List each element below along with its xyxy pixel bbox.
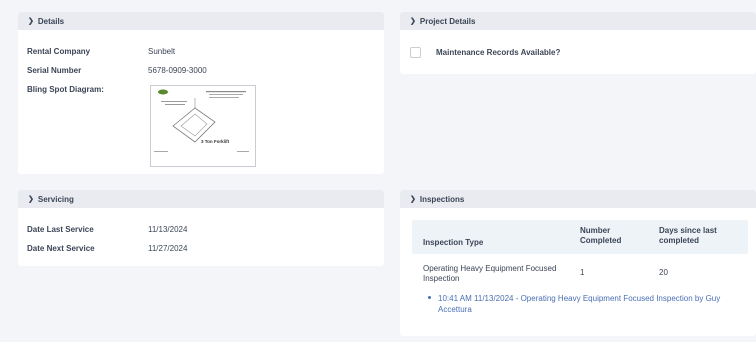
bullet-icon (428, 296, 431, 299)
servicing-title: Servicing (37, 194, 74, 204)
inspections-header[interactable]: ❯ Inspections (400, 190, 756, 208)
date-last-service-value: 11/13/2024 (148, 225, 188, 234)
maintenance-records-checkbox[interactable] (410, 47, 421, 58)
serial-number-value: 5678-0909-3000 (148, 66, 207, 75)
chevron-down-icon[interactable]: ❯ (28, 17, 34, 25)
inspections-title: Inspections (419, 194, 465, 204)
number-completed-cell: 1 (580, 268, 585, 277)
details-title: Details (37, 16, 65, 26)
servicing-header[interactable]: ❯ Servicing (18, 190, 384, 208)
chevron-down-icon[interactable]: ❯ (28, 195, 34, 203)
maintenance-records-label: Maintenance Records Available? (436, 48, 561, 57)
days-since-cell: 20 (659, 268, 668, 277)
date-next-service-label: Date Next Service (27, 244, 95, 253)
date-last-service-label: Date Last Service (27, 225, 94, 234)
serial-number-label: Serial Number (27, 66, 82, 75)
col-number-completed[interactable]: Number Completed (580, 226, 640, 246)
inspection-type-cell: Operating Heavy Equipment Focused Inspec… (423, 264, 557, 283)
project-details-card: ❯ Project Details (400, 12, 756, 74)
bling-spot-diagram[interactable]: 3 Ton Forklift (150, 85, 256, 167)
project-details-header[interactable]: ❯ Project Details (400, 12, 756, 30)
rental-company-label: Rental Company (27, 47, 91, 56)
date-next-service-value: 11/27/2024 (148, 244, 188, 253)
project-details-title: Project Details (419, 16, 476, 26)
chevron-down-icon[interactable]: ❯ (410, 17, 416, 25)
bling-spot-label: Bling Spot Diagram: (27, 85, 104, 94)
chevron-down-icon[interactable]: ❯ (410, 195, 416, 203)
inspection-entry-link[interactable]: 10:41 AM 11/13/2024 - Operating Heavy Eq… (438, 293, 744, 315)
diagram-caption: 3 Ton Forklift (201, 139, 230, 144)
details-header[interactable]: ❯ Details (18, 12, 384, 30)
col-days-since-last[interactable]: Days since last completed (659, 226, 739, 246)
col-inspection-type[interactable]: Inspection Type (423, 238, 483, 248)
rental-company-value: Sunbelt (148, 47, 176, 56)
forklift-diagram-image (154, 89, 249, 152)
